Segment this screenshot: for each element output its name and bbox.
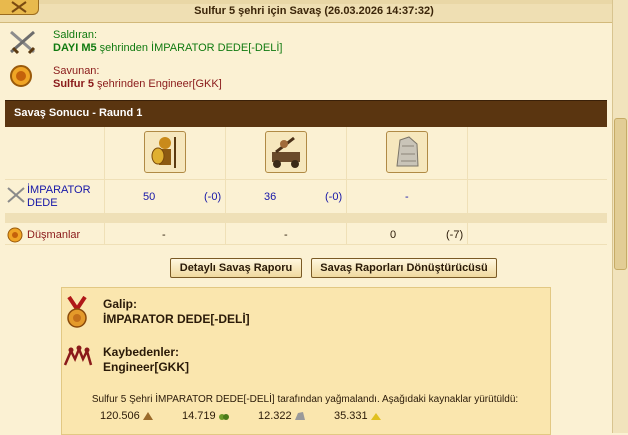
attacker-name-line2: DEDE: [27, 197, 58, 209]
loot-description: Sulfur 5 Şehri İMPARATOR DEDE[-DELİ] tar…: [91, 394, 519, 405]
unit-loss: (-0): [325, 191, 343, 203]
attacker-player-link[interactable]: İMPARATOR DEDE: [27, 184, 91, 210]
wood-icon: [142, 411, 154, 424]
report-converter-button[interactable]: Savaş Raporları Dönüştürücüsü: [311, 258, 497, 278]
unit-loss: (-7): [446, 229, 464, 241]
scrollbar-thumb[interactable]: [614, 118, 627, 270]
attacker-line: DAYI M5 şehrinden İMPARATOR DEDE[-DELİ]: [53, 42, 282, 54]
fallen-soldiers-icon: [63, 345, 93, 370]
attacker-city-name[interactable]: DAYI M5: [53, 42, 97, 54]
defender-city-name[interactable]: Sulfur 5: [53, 78, 94, 90]
winner-label: Galip:: [103, 297, 138, 311]
wine-icon: [218, 411, 230, 424]
attacker-name-line1: İMPARATOR: [27, 184, 91, 196]
table-divider: [5, 213, 607, 223]
sulfur-icon: [370, 411, 382, 424]
unit-count: -: [284, 229, 288, 241]
table-divider: [104, 127, 105, 245]
unit-count: 50: [143, 191, 156, 203]
loser-label: Kaybedenler:: [103, 345, 180, 359]
wine-amount: 14.719: [182, 410, 216, 422]
defender-line: Sulfur 5 şehrinden Engineer[GKK]: [53, 78, 222, 90]
crossed-swords-icon: [8, 29, 38, 58]
enemies-label: Düşmanlar: [27, 229, 81, 241]
unit-count: -: [405, 191, 409, 203]
shield-icon: [7, 227, 23, 246]
unit-count: 36: [264, 191, 277, 203]
attacker-origin: şehrinden İMPARATOR DEDE[-DELİ]: [96, 42, 283, 54]
unit-count: -: [162, 229, 166, 241]
table-divider: [5, 179, 607, 180]
unit-loss: (-0): [204, 191, 222, 203]
detailed-report-button[interactable]: Detaylı Savaş Raporu: [170, 258, 302, 278]
winner-name[interactable]: İMPARATOR DEDE[-DELİ]: [103, 312, 250, 326]
table-divider: [225, 127, 226, 245]
battle-result-title: Savaş Sonucu - Raund 1: [14, 107, 143, 119]
table-divider: [467, 127, 468, 245]
catapult-unit-icon[interactable]: [265, 131, 307, 173]
table-divider: [346, 127, 347, 245]
table-divider: [5, 244, 607, 245]
page-title: Sulfur 5 şehri için Savaş (26.03.2026 14…: [194, 5, 434, 17]
attacker-label: Saldıran:: [53, 29, 98, 41]
crossed-swords-icon: [7, 187, 25, 206]
loser-name[interactable]: Engineer[GKK]: [103, 360, 189, 374]
marble-amount: 12.322: [258, 410, 292, 422]
hoplite-unit-icon[interactable]: [144, 131, 186, 173]
wall-unit-icon[interactable]: [386, 131, 428, 173]
shield-icon: [9, 64, 33, 91]
wood-amount: 120.506: [100, 410, 140, 422]
defender-origin: şehrinden Engineer[GKK]: [93, 78, 222, 90]
defender-label: Savunan:: [53, 65, 100, 77]
sulfur-amount: 35.331: [334, 410, 368, 422]
unit-count: 0: [390, 229, 397, 241]
marble-icon: [294, 411, 306, 424]
medal-icon: [66, 295, 88, 333]
